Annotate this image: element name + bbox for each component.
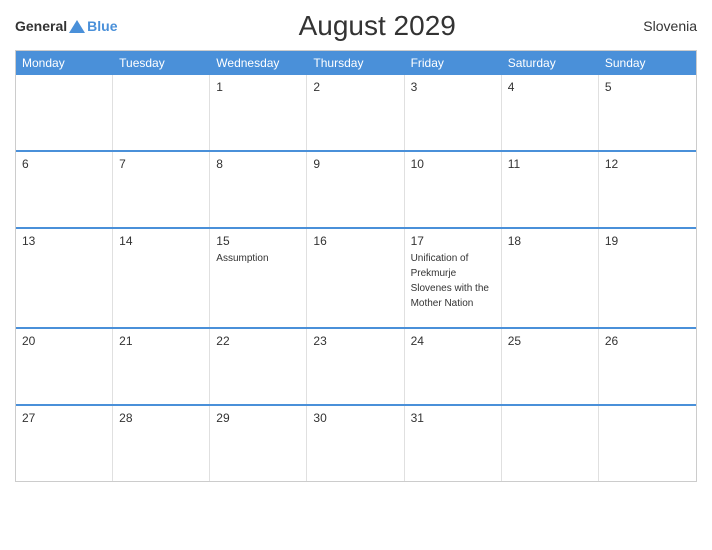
weekday-thursday: Thursday [307,51,404,75]
event-assumption: Assumption [216,253,268,264]
cell-w4-sun: 26 [599,329,696,404]
cell-w2-sun: 12 [599,152,696,227]
day-number: 29 [216,411,300,425]
calendar: Monday Tuesday Wednesday Thursday Friday… [15,50,697,482]
weekday-tuesday: Tuesday [113,51,210,75]
week-5: 27 28 29 30 31 [16,404,696,481]
logo-blue: Blue [87,18,117,34]
cell-w2-tue: 7 [113,152,210,227]
cell-w1-fri: 3 [405,75,502,150]
cell-w3-mon: 13 [16,229,113,327]
day-number: 27 [22,411,106,425]
day-number: 1 [216,80,300,94]
logo: General Blue [15,18,117,34]
day-number: 24 [411,334,495,348]
day-number: 14 [119,234,203,248]
cell-w5-mon: 27 [16,406,113,481]
day-number: 30 [313,411,397,425]
cell-w2-sat: 11 [502,152,599,227]
day-number: 19 [605,234,690,248]
day-number: 20 [22,334,106,348]
week-2: 6 7 8 9 10 11 12 [16,150,696,227]
cell-w1-thu: 2 [307,75,404,150]
day-number: 22 [216,334,300,348]
cell-w3-sat: 18 [502,229,599,327]
day-number: 28 [119,411,203,425]
cell-w3-fri: 17 Unification of Prekmurje Slovenes wit… [405,229,502,327]
calendar-body: 1 2 3 4 5 6 7 8 9 10 11 12 13 14 15 [16,75,696,481]
header: General Blue August 2029 Slovenia [15,10,697,42]
cell-w5-sun [599,406,696,481]
cell-w4-wed: 22 [210,329,307,404]
cell-w1-wed: 1 [210,75,307,150]
day-number: 18 [508,234,592,248]
day-number: 25 [508,334,592,348]
cell-w3-tue: 14 [113,229,210,327]
day-number: 6 [22,157,106,171]
day-number: 7 [119,157,203,171]
cell-w1-sun: 5 [599,75,696,150]
cell-w2-wed: 8 [210,152,307,227]
cell-w3-wed: 15 Assumption [210,229,307,327]
country-label: Slovenia [637,18,697,34]
day-number: 15 [216,234,300,248]
day-number: 2 [313,80,397,94]
cell-w3-thu: 16 [307,229,404,327]
cell-w2-fri: 10 [405,152,502,227]
cell-w5-thu: 30 [307,406,404,481]
day-number: 10 [411,157,495,171]
weekday-sunday: Sunday [599,51,696,75]
cell-w2-mon: 6 [16,152,113,227]
day-number: 3 [411,80,495,94]
logo-general: General [15,18,67,34]
cell-w1-tue [113,75,210,150]
weekday-monday: Monday [16,51,113,75]
calendar-title: August 2029 [117,10,637,42]
cell-w5-tue: 28 [113,406,210,481]
cell-w4-sat: 25 [502,329,599,404]
cell-w1-sat: 4 [502,75,599,150]
event-unification: Unification of Prekmurje Slovenes with t… [411,253,489,309]
cell-w2-thu: 9 [307,152,404,227]
week-3: 13 14 15 Assumption 16 17 Unification of… [16,227,696,327]
day-number: 9 [313,157,397,171]
cell-w1-mon [16,75,113,150]
day-number: 17 [411,234,495,248]
day-number: 16 [313,234,397,248]
day-number: 4 [508,80,592,94]
weekday-wednesday: Wednesday [210,51,307,75]
weekday-friday: Friday [405,51,502,75]
cell-w5-sat [502,406,599,481]
cell-w4-fri: 24 [405,329,502,404]
day-number: 26 [605,334,690,348]
week-1: 1 2 3 4 5 [16,75,696,150]
weekday-saturday: Saturday [502,51,599,75]
page: General Blue August 2029 Slovenia Monday… [0,0,712,550]
cell-w5-fri: 31 [405,406,502,481]
day-number: 13 [22,234,106,248]
cell-w4-tue: 21 [113,329,210,404]
day-number: 23 [313,334,397,348]
logo-triangle-icon [69,20,85,33]
day-number: 5 [605,80,690,94]
week-4: 20 21 22 23 24 25 26 [16,327,696,404]
cell-w4-mon: 20 [16,329,113,404]
cell-w4-thu: 23 [307,329,404,404]
cell-w5-wed: 29 [210,406,307,481]
day-number: 12 [605,157,690,171]
day-number: 21 [119,334,203,348]
cell-w3-sun: 19 [599,229,696,327]
day-number: 8 [216,157,300,171]
day-number: 31 [411,411,495,425]
calendar-header: Monday Tuesday Wednesday Thursday Friday… [16,51,696,75]
day-number: 11 [508,157,592,171]
